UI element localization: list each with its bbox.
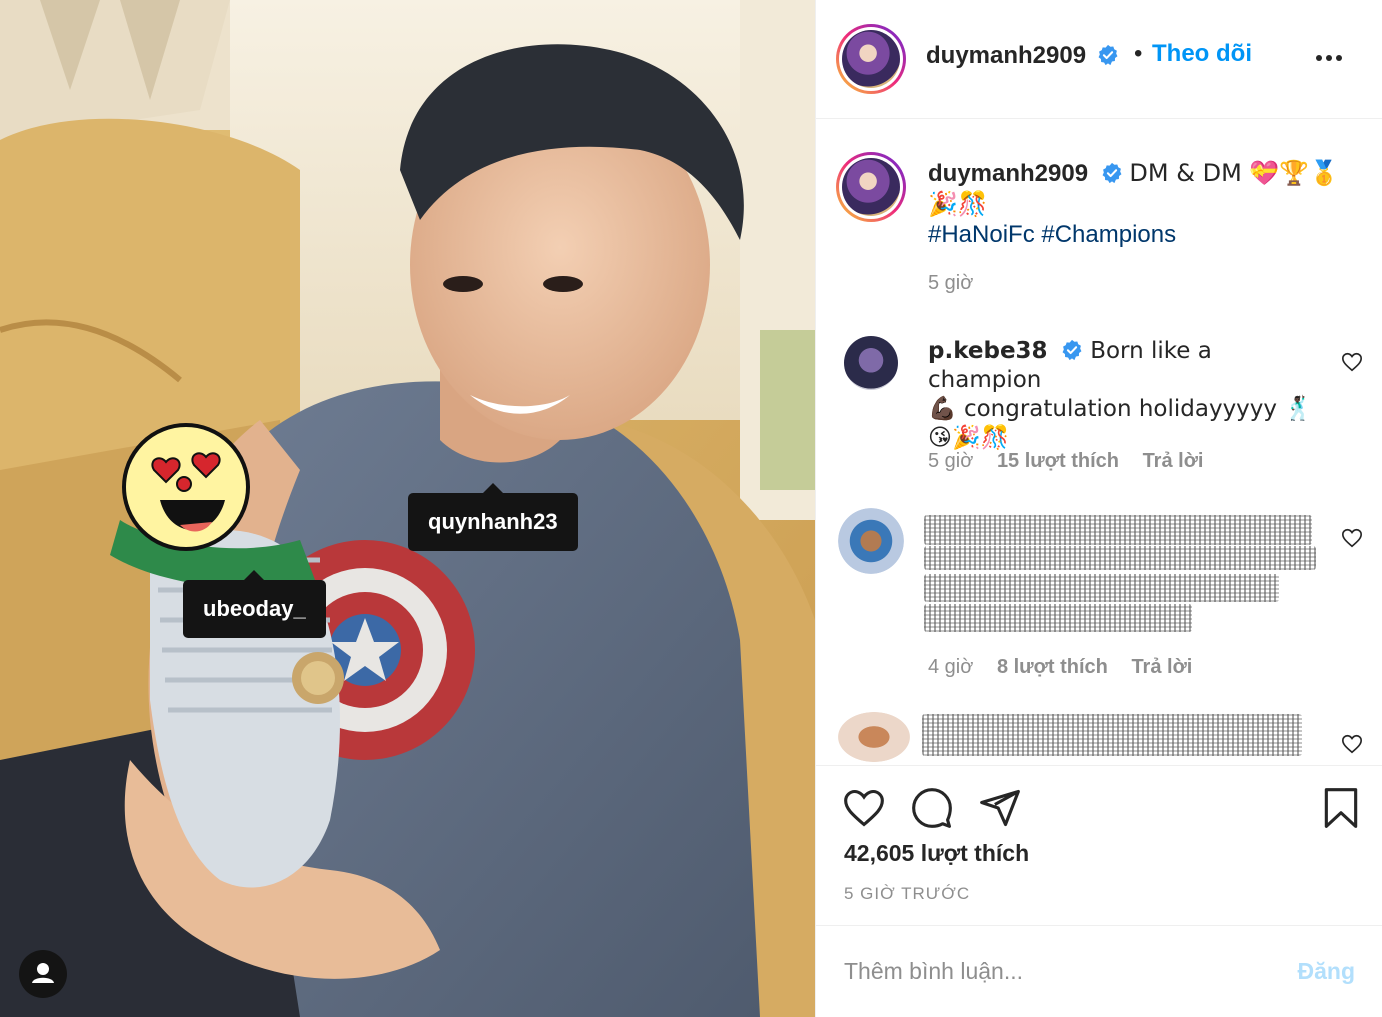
caption-text: DM & DM 💝🏆🥇: [1129, 159, 1340, 187]
verified-badge-icon: [1098, 44, 1117, 66]
author-avatar[interactable]: [836, 24, 906, 94]
comment-avatar-obscured[interactable]: [838, 508, 904, 574]
user-icon: [32, 963, 54, 983]
caption-username[interactable]: duymanh2909: [928, 160, 1088, 187]
comment: p.kebe38 Born like a champion 💪🏿 congrat…: [928, 337, 1328, 453]
reply-button[interactable]: Trả lời: [1131, 656, 1192, 678]
comment-input[interactable]: Thêm bình luận...: [844, 958, 1023, 985]
verified-badge-icon: [1102, 162, 1122, 184]
follow-button[interactable]: Theo dõi: [1152, 40, 1252, 68]
separator-dot: •: [1134, 40, 1143, 67]
obscured-comment-text: [924, 515, 1312, 545]
add-comment-bar: Thêm bình luận... Đăng: [816, 925, 1382, 1017]
verified-badge-icon: [1062, 339, 1082, 361]
post-caption: duymanh2909 DM & DM 💝🏆🥇 🎉🎊 #HaNoiFc #Cha…: [928, 158, 1358, 250]
post-sidebar: duymanh2909 • Theo dõi duymanh2909 DM & …: [815, 0, 1382, 1017]
comment-time: 5 giờ: [928, 450, 974, 472]
comment-line-3: 😘🎉🎊: [928, 425, 1010, 451]
obscured-comment-text: [924, 546, 1316, 570]
comment-bubble-icon[interactable]: [910, 786, 954, 830]
post-header: duymanh2909 • Theo dõi: [816, 0, 1382, 119]
caption-hashtags[interactable]: #HaNoiFc #Champions: [928, 221, 1176, 248]
caption-emoji-line: 🎉🎊: [928, 190, 988, 218]
photo-tag-ubeoday[interactable]: ubeoday_: [183, 570, 326, 638]
like-comment-heart-icon[interactable]: [1341, 351, 1363, 373]
comment-meta: 5 giờ 15 lượt thích Trả lời: [928, 450, 1221, 473]
obscured-comment-text: [924, 604, 1192, 632]
author-username[interactable]: duymanh2909: [926, 42, 1086, 69]
comment-likes[interactable]: 8 lượt thích: [997, 656, 1108, 678]
post-comment-button[interactable]: Đăng: [1298, 958, 1356, 985]
more-options-icon[interactable]: [1314, 48, 1344, 68]
comment-avatar[interactable]: [844, 336, 898, 390]
photo-tag-quynhanh23[interactable]: quynhanh23: [408, 483, 578, 551]
comment-username[interactable]: p.kebe38: [928, 338, 1048, 364]
comment-likes[interactable]: 15 lượt thích: [997, 450, 1119, 472]
likes-count[interactable]: 42,605 lượt thích: [844, 840, 1029, 867]
share-send-icon[interactable]: [978, 786, 1022, 830]
caption-time: 5 giờ: [928, 272, 974, 294]
reply-button[interactable]: Trả lời: [1143, 450, 1204, 472]
comment-time: 4 giờ: [928, 656, 974, 678]
caption-author-avatar[interactable]: [836, 152, 906, 222]
comment-meta: 4 giờ 8 lượt thích Trả lời: [928, 656, 1210, 679]
obscured-comment-text: [922, 714, 1302, 756]
like-comment-heart-icon[interactable]: [1341, 527, 1363, 549]
obscured-comment-text: [924, 574, 1279, 602]
save-bookmark-icon[interactable]: [1319, 786, 1363, 830]
posted-time[interactable]: 5 GIỜ TRƯỚC: [844, 884, 970, 904]
like-comment-heart-icon[interactable]: [1341, 733, 1363, 755]
comment-line-2: 💪🏿 congratulation holidayyyyy 🕺🏿: [928, 396, 1313, 422]
like-heart-icon[interactable]: [842, 786, 886, 830]
tagged-users-button[interactable]: [19, 950, 67, 998]
comment-avatar-obscured[interactable]: [838, 712, 910, 762]
post-photo[interactable]: quynhanh23 ubeoday_: [0, 0, 815, 1017]
